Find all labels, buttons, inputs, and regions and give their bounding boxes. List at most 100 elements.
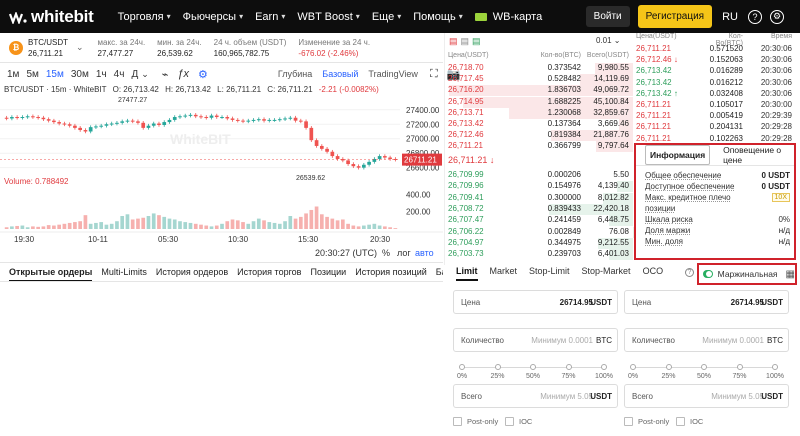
fullscreen-icon[interactable]: ⛶ [430, 68, 438, 81]
candle-body [209, 115, 214, 118]
order-type-tab-3[interactable]: Stop-Market [582, 266, 631, 281]
scale-button-0[interactable]: % [382, 248, 390, 258]
slider-mark[interactable] [494, 364, 501, 370]
slider-mark[interactable] [772, 364, 778, 370]
orderbook-bid-row[interactable]: 26,706.22 0.002849 76.08 [445, 226, 633, 238]
slider-mark[interactable] [459, 364, 465, 370]
orderbook-ask-row[interactable]: 26,716.20 1.836703 49,069.72 [445, 85, 633, 97]
login-button[interactable]: Войти [585, 6, 630, 27]
settings-icon[interactable]: ⚙ [198, 68, 208, 81]
checkbox-box[interactable] [676, 417, 685, 426]
slider-mark[interactable] [701, 364, 707, 370]
view-1[interactable]: Базовый [322, 69, 358, 79]
timeframe-5[interactable]: 4ч [114, 69, 125, 80]
orderbook-bid-row[interactable]: 26,709.96 0.154976 4,139.40 [445, 181, 633, 193]
orderbook-ask-row[interactable]: 26,713.42 0.137364 3,669.46 [445, 119, 633, 130]
orderbook-bid-row[interactable]: 26,709.99 0.000206 5.50 [445, 170, 633, 181]
register-button[interactable]: Регистрация [637, 5, 713, 28]
orderbook-ask-row[interactable]: 26,717.45 0.528482 14,119.69 [445, 74, 633, 86]
pair-selector[interactable]: BTC/USDT 26,711.21 [28, 37, 68, 59]
scale-button-2[interactable]: авто [415, 248, 434, 258]
orderbook-ask-row[interactable]: 26,711.21 0.366799 9,797.64 [445, 141, 633, 153]
calculator-icon[interactable]: ▦ [786, 269, 795, 280]
orderbook-ask-row[interactable]: 26,714.95 1.688225 45,100.84 [445, 96, 633, 108]
nav-item-5[interactable]: Помощь ▾ [413, 11, 463, 23]
bottom-tab-2[interactable]: История ордеров [156, 267, 228, 277]
precision-selector[interactable]: 0.01 ⌄ [596, 36, 621, 45]
indicators-icon[interactable]: ⌁ [162, 68, 169, 81]
slider-mark[interactable] [601, 364, 607, 370]
timeframe-4[interactable]: 1ч [96, 69, 107, 80]
timeframe-2[interactable]: 15м [46, 69, 64, 80]
candle-body [383, 156, 387, 158]
timeframe-3[interactable]: 30м [71, 69, 89, 80]
bottom-tab-1[interactable]: Multi-Limits [101, 267, 147, 277]
sell-total-input[interactable]: Всего Минимум 5.05 USDT [624, 384, 789, 408]
timeframe-0[interactable]: 1м [7, 69, 19, 80]
slider-mark[interactable] [565, 364, 572, 370]
slider-mark[interactable] [530, 364, 536, 370]
quantity-label: Количество [461, 335, 504, 345]
orderbook-bid-row[interactable]: 26,703.73 0.239703 6,401.03 [445, 249, 633, 261]
buy-price-input[interactable]: Цена 26714.95 USDT [453, 290, 618, 314]
orderbook-bid-row[interactable]: 26,707.47 0.241459 6,448.75 [445, 215, 633, 227]
buy-amount-slider[interactable]: 0% 25% 50% 75% 100% [453, 363, 618, 383]
tab-information[interactable]: Информация [645, 145, 711, 165]
orderbook-ask-row[interactable]: 26,718.70 0.373542 9,980.55 [445, 63, 633, 74]
slider-mark[interactable] [736, 364, 743, 370]
sell-ioc-checkbox[interactable]: IOC [676, 417, 703, 426]
bottom-tab-0[interactable]: Открытые ордеры [9, 267, 93, 281]
checkbox-box[interactable] [624, 417, 633, 426]
orderbook-bid-row[interactable]: 26,708.72 0.839433 22,420.18 [445, 203, 633, 215]
orderbook-view-icons[interactable]: ▤ ▤ ▤ [449, 36, 481, 47]
chart-canvas[interactable]: WhiteBIT 27477.27 26539.62 27400.00 27200.00… [0, 84, 443, 259]
margin-toggle-box[interactable]: Маржинальная ▦ [697, 263, 797, 285]
language-selector[interactable]: RU [722, 11, 738, 23]
slider-mark[interactable] [665, 364, 672, 370]
order-type-tab-2[interactable]: Stop-Limit [529, 266, 570, 281]
nav-item-2[interactable]: Earn ▾ [255, 11, 285, 23]
nav-item-0[interactable]: Торговля ▾ [118, 11, 171, 23]
buy-total-input[interactable]: Всего Минимум 5.05 USDT [453, 384, 618, 408]
settings-gear-icon[interactable]: ⚙ [770, 9, 784, 24]
timeframe-6[interactable]: Д [131, 69, 138, 80]
scale-button-1[interactable]: лог [397, 248, 411, 258]
sell-post-only-checkbox[interactable]: Post-only [624, 417, 669, 426]
buy-ioc-checkbox[interactable]: IOC [505, 417, 532, 426]
price-chart[interactable]: WhiteBIT 27477.27 26539.62 27400.00 27200.00… [0, 84, 443, 259]
help-icon[interactable]: ? [685, 268, 694, 277]
buy-post-only-checkbox[interactable]: Post-only [453, 417, 498, 426]
checkbox-box[interactable] [453, 417, 462, 426]
help-icon[interactable]: ? [748, 9, 762, 24]
order-type-tab-4[interactable]: OCO [643, 266, 664, 281]
sell-price-input[interactable]: Цена 26714.95 USDT [624, 290, 789, 314]
orderbook-bid-row[interactable]: 26,704.97 0.344975 9,212.55 [445, 237, 633, 249]
order-type-tab-0[interactable]: Limit [456, 266, 478, 281]
nav-item-4[interactable]: Еще ▾ [372, 11, 401, 23]
nav-item-3[interactable]: WBT Boost ▾ [297, 11, 359, 23]
view-2[interactable]: TradingView [368, 69, 418, 79]
bottom-tab-4[interactable]: Позиции [310, 267, 346, 277]
tab-price-alert[interactable]: Оповещение о цене [719, 141, 794, 169]
view-0[interactable]: Глубина [278, 69, 312, 79]
checkbox-box[interactable] [505, 417, 514, 426]
sell-quantity-input[interactable]: Количество Минимум 0.0001 BTC [624, 328, 789, 352]
order-type-tab-1[interactable]: Market [490, 266, 518, 281]
logo[interactable]: whitebit [8, 7, 94, 27]
nav-item-6[interactable]: WB-карта [474, 11, 542, 23]
buy-quantity-input[interactable]: Количество Минимум 0.0001 BTC [453, 328, 618, 352]
function-icon[interactable]: ƒx [177, 68, 189, 80]
chevron-down-icon[interactable]: ⌄ [76, 42, 84, 53]
orderbook-bid-row[interactable]: 26,709.41 0.300000 8,012.82 [445, 192, 633, 204]
nav-item-1[interactable]: Фьючерсы ▾ [183, 11, 244, 23]
timeframe-1[interactable]: 5м [26, 69, 38, 80]
chevron-down-icon[interactable]: ⌄ [141, 69, 149, 80]
bottom-tab-5[interactable]: История позиций [355, 267, 427, 277]
margin-toggle[interactable] [703, 270, 713, 278]
orderbook-ask-row[interactable]: 26,712.46 0.819384 21,887.76 [445, 130, 633, 142]
bottom-tab-6[interactable]: Балансы [436, 267, 443, 277]
orderbook-ask-row[interactable]: 26,713.71 1.230068 32,859.67 [445, 107, 633, 119]
slider-mark[interactable] [630, 364, 636, 370]
bottom-tab-3[interactable]: История торгов [237, 267, 301, 277]
sell-amount-slider[interactable]: 0% 25% 50% 75% 100% [624, 363, 789, 383]
